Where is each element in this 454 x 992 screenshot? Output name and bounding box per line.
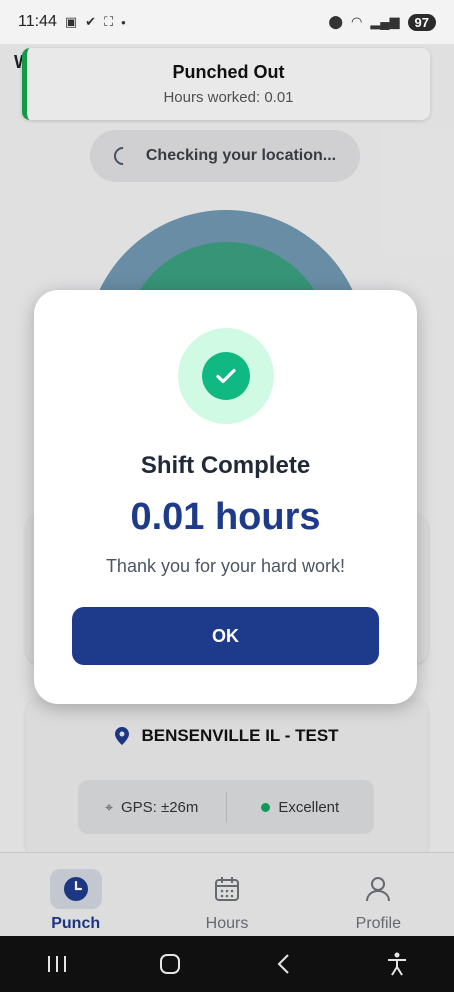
- recent-apps-button[interactable]: [32, 944, 82, 984]
- checkmark-icon: [216, 368, 236, 384]
- location-icon: ⬤: [328, 14, 343, 29]
- back-icon: [277, 954, 289, 974]
- dialog-message: Thank you for your hard work!: [105, 556, 346, 576]
- status-bar: 11:44 ▣ ✔ ⛶ • ⬤ ◠ ▂▄▆ 97: [0, 0, 454, 44]
- home-icon: [160, 954, 181, 974]
- battery-indicator: 97: [407, 13, 436, 31]
- dialog-title: Shift Complete: [140, 452, 311, 479]
- wifi-icon: ◠: [350, 14, 363, 29]
- recent-apps-icon: [47, 956, 66, 972]
- notification-icon: ▣: [64, 14, 78, 29]
- status-time: 11:44: [18, 13, 57, 30]
- shift-complete-dialog: Shift Complete 0.01 hours Thank you for …: [34, 290, 417, 704]
- ok-button[interactable]: OK: [72, 607, 379, 665]
- success-badge: [178, 328, 274, 424]
- back-button[interactable]: [259, 944, 309, 984]
- more-notifications-icon: •: [121, 14, 126, 30]
- check-notification-icon: ✔: [85, 14, 97, 29]
- signal-icon: ▂▄▆: [370, 14, 400, 29]
- system-navigation-bar: [0, 936, 454, 992]
- home-button[interactable]: [145, 944, 195, 984]
- screenshot-icon: ⛶: [104, 14, 114, 29]
- accessibility-icon: [388, 952, 407, 976]
- accessibility-button[interactable]: [372, 944, 422, 984]
- hours-worked-value: 0.01 hours: [130, 496, 321, 538]
